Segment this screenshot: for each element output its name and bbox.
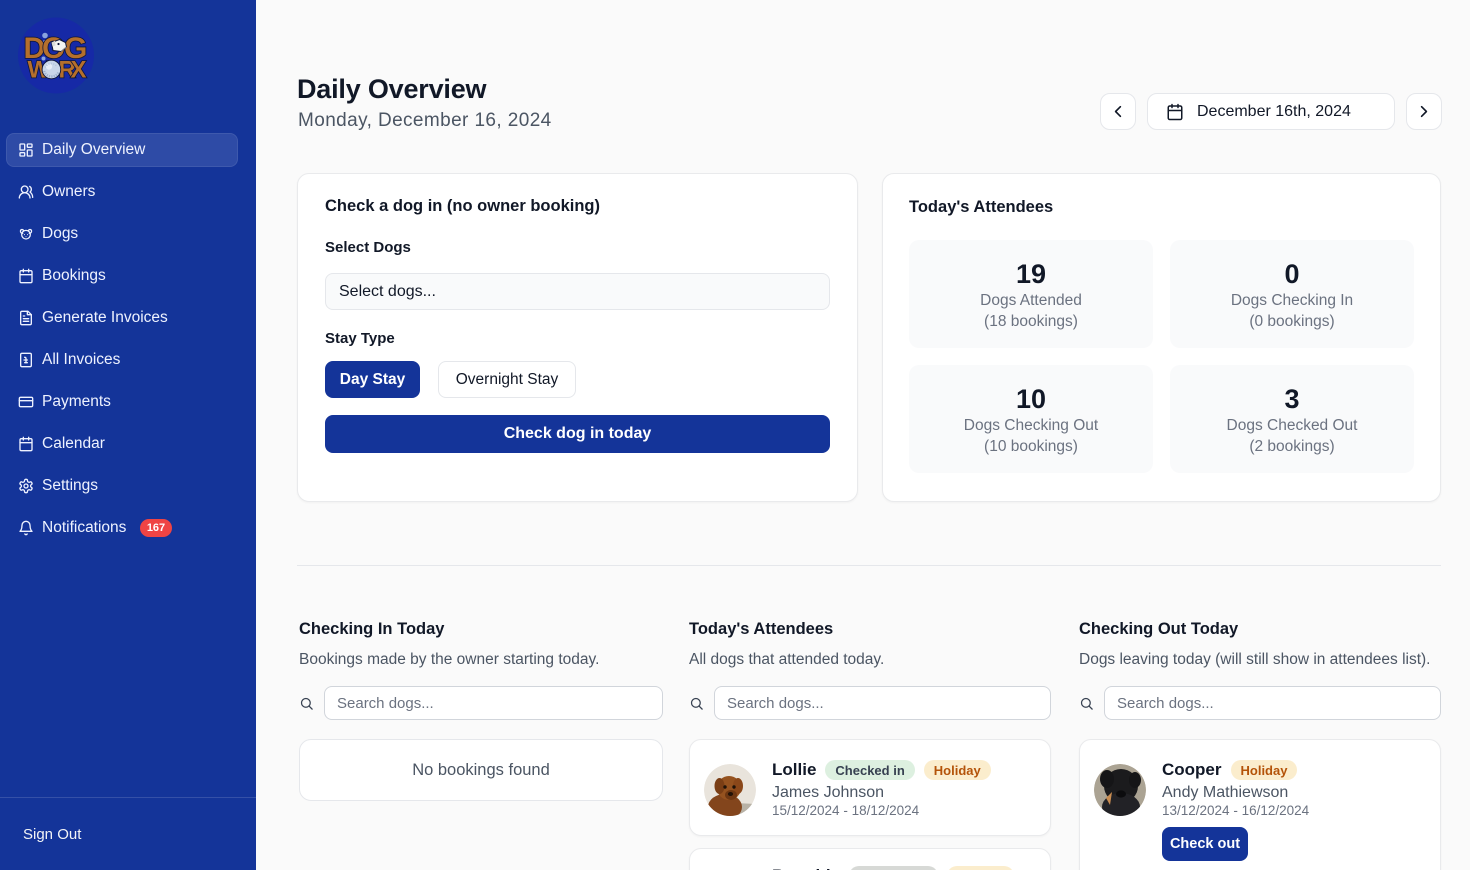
svg-text:X: X: [71, 57, 87, 84]
